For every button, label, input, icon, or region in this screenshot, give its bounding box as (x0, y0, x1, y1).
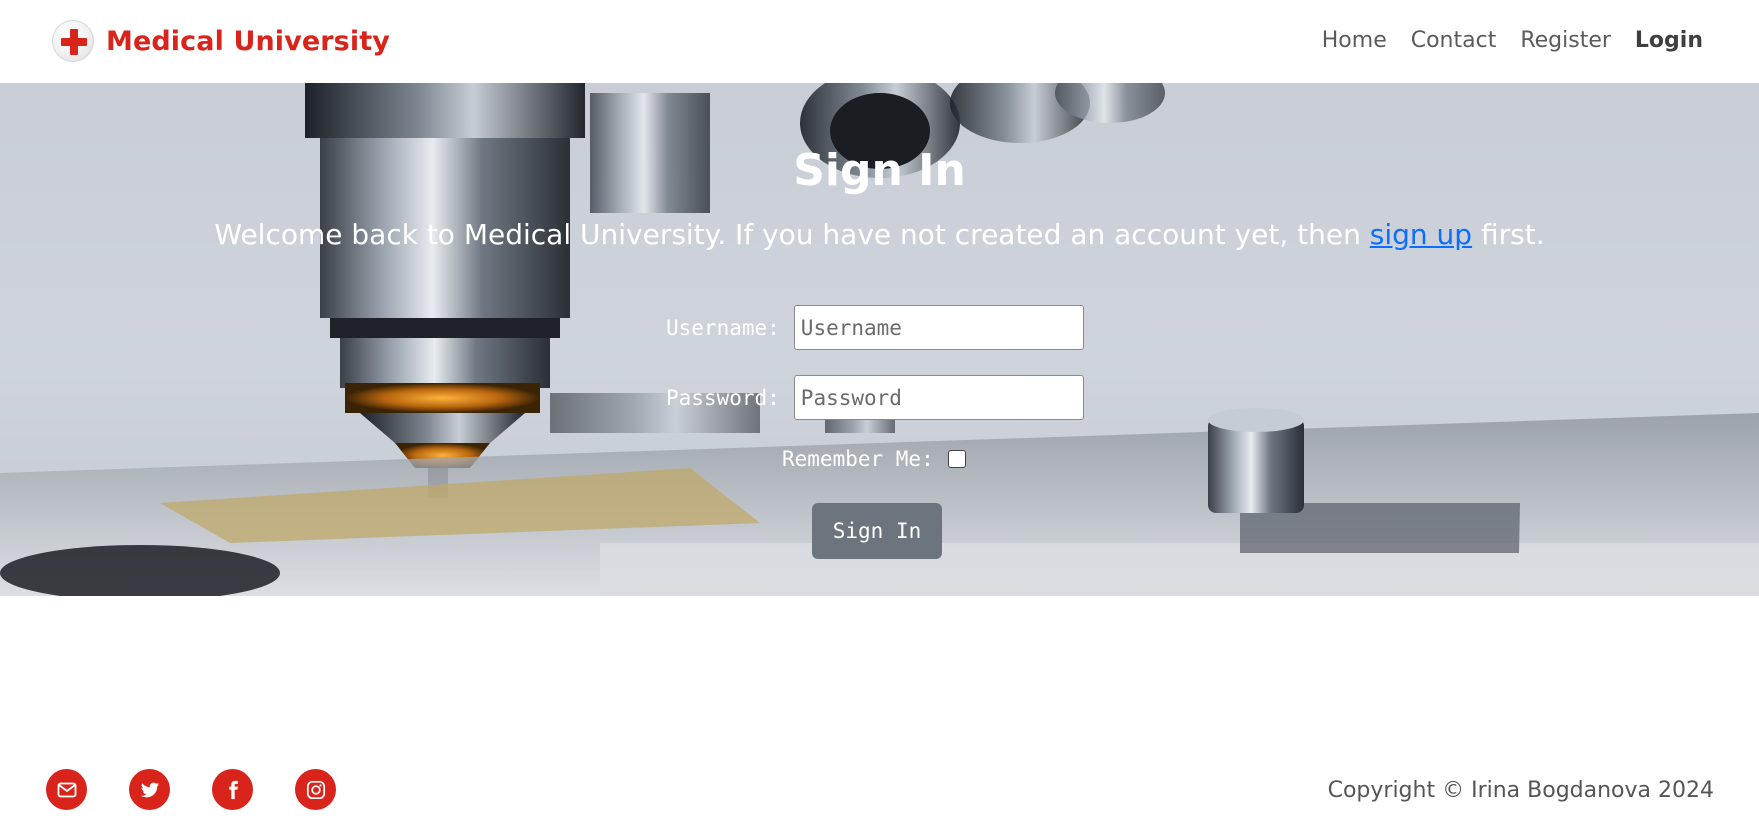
password-input[interactable] (793, 375, 1084, 420)
username-input[interactable] (793, 305, 1084, 350)
remember-row: Remember Me: (782, 447, 966, 471)
instagram-link[interactable] (295, 769, 336, 810)
welcome-message: Welcome back to Medical University. If y… (0, 218, 1759, 251)
nav-link-register[interactable]: Register (1520, 26, 1611, 56)
remember-checkbox[interactable] (947, 450, 966, 468)
social-links (46, 769, 336, 810)
remember-label: Remember Me: (782, 447, 934, 471)
facebook-icon (228, 780, 238, 799)
sign-up-link[interactable]: sign up (1370, 218, 1472, 251)
welcome-text-end: first. (1472, 218, 1545, 251)
username-label: Username: (666, 315, 780, 340)
username-row: Username: (666, 305, 1084, 350)
twitter-icon (140, 782, 159, 797)
brand-link[interactable]: Medical University (52, 20, 390, 62)
red-cross-logo-icon (52, 20, 94, 62)
brand-name: Medical University (106, 25, 390, 57)
password-label: Password: (666, 385, 780, 410)
facebook-link[interactable] (212, 769, 253, 810)
password-row: Password: (666, 375, 1084, 420)
instagram-icon (306, 780, 325, 799)
page-title: Sign In (793, 145, 966, 196)
copyright-text: Copyright © Irina Bogdanova 2024 (1327, 778, 1714, 803)
navbar: Medical University Home Contact Register… (0, 0, 1759, 83)
sign-in-button[interactable]: Sign In (812, 503, 942, 559)
email-icon (57, 782, 76, 797)
nav-link-contact[interactable]: Contact (1411, 26, 1497, 56)
main-nav: Home Contact Register Login (1322, 26, 1703, 56)
twitter-link[interactable] (129, 769, 170, 810)
welcome-text: Welcome back to Medical University. If y… (214, 218, 1370, 251)
email-link[interactable] (46, 769, 87, 810)
nav-link-login[interactable]: Login (1635, 26, 1703, 56)
hero-section: Sign In Welcome back to Medical Universi… (0, 83, 1759, 596)
nav-link-home[interactable]: Home (1322, 26, 1387, 56)
